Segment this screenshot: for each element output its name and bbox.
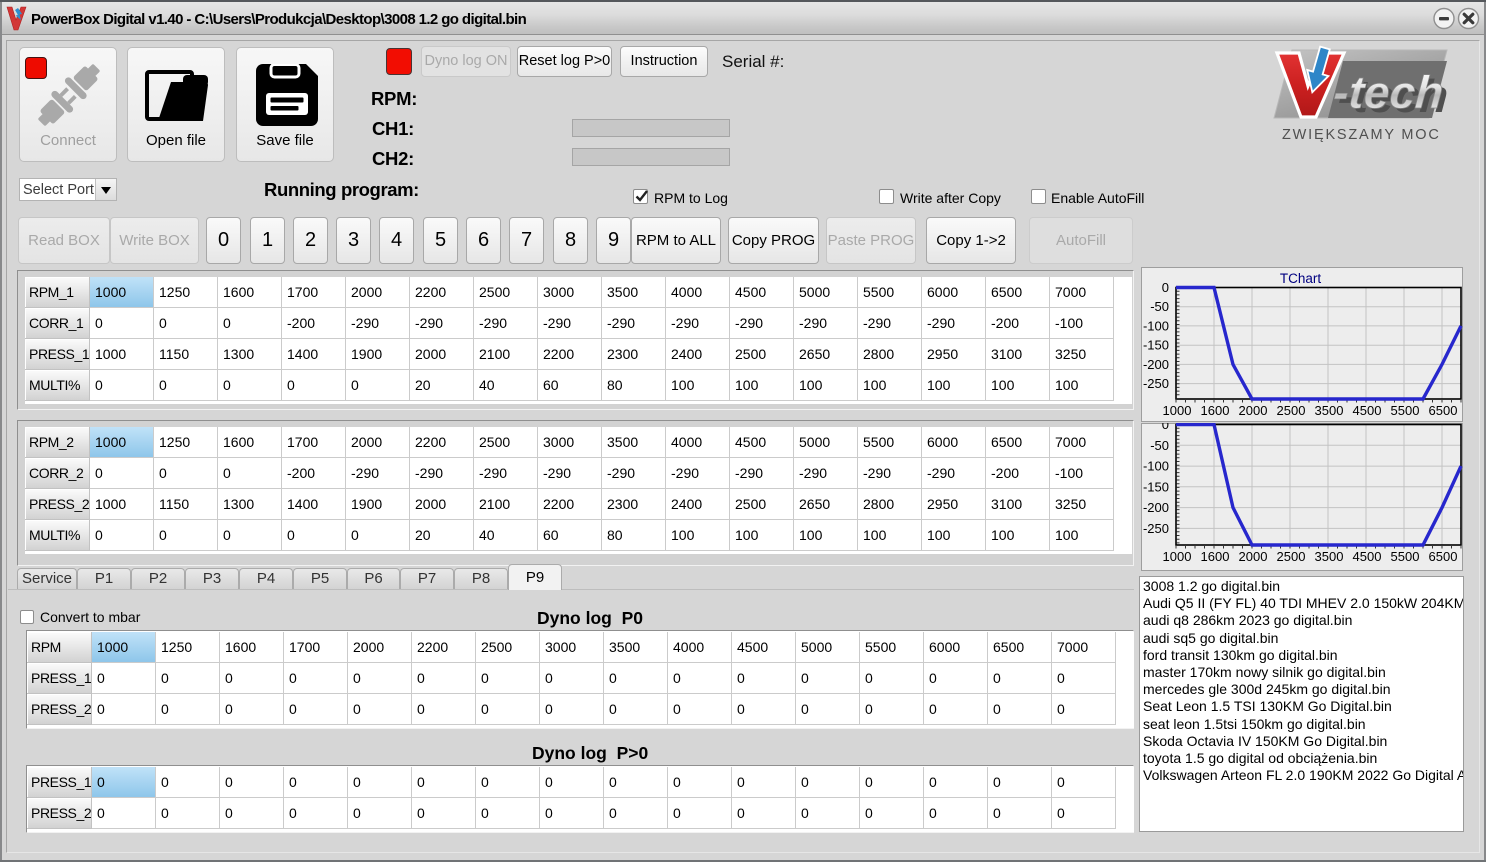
svg-text:ZWIĘKSZAMY MOC: ZWIĘKSZAMY MOC xyxy=(1282,127,1441,143)
svg-text:-tech: -tech xyxy=(1332,66,1446,118)
svg-text:2000: 2000 xyxy=(1239,403,1268,418)
svg-text:5500: 5500 xyxy=(1391,549,1420,564)
svg-text:-100: -100 xyxy=(1143,318,1169,333)
svg-text:-200: -200 xyxy=(1143,500,1169,515)
svg-text:-150: -150 xyxy=(1143,338,1169,353)
svg-text:2000: 2000 xyxy=(1239,549,1268,564)
svg-text:2500: 2500 xyxy=(1277,549,1306,564)
svg-text:4500: 4500 xyxy=(1353,549,1382,564)
svg-text:-100: -100 xyxy=(1143,459,1169,474)
svg-text:-250: -250 xyxy=(1143,376,1169,391)
svg-text:3500: 3500 xyxy=(1315,403,1344,418)
svg-text:0: 0 xyxy=(1162,423,1169,432)
svg-text:1600: 1600 xyxy=(1201,403,1230,418)
svg-text:-250: -250 xyxy=(1143,521,1169,536)
svg-text:6500: 6500 xyxy=(1429,549,1458,564)
svg-text:-50: -50 xyxy=(1150,438,1169,453)
svg-text:3500: 3500 xyxy=(1315,549,1344,564)
svg-text:1000: 1000 xyxy=(1163,549,1192,564)
svg-text:TChart: TChart xyxy=(1280,271,1322,286)
svg-text:-200: -200 xyxy=(1143,357,1169,372)
svg-text:0: 0 xyxy=(1162,280,1169,295)
svg-text:-150: -150 xyxy=(1143,479,1169,494)
svg-text:1600: 1600 xyxy=(1201,549,1230,564)
svg-text:2500: 2500 xyxy=(1277,403,1306,418)
svg-text:-50: -50 xyxy=(1150,299,1169,314)
svg-text:1000: 1000 xyxy=(1163,403,1192,418)
svg-text:5500: 5500 xyxy=(1391,403,1420,418)
svg-text:6500: 6500 xyxy=(1429,403,1458,418)
svg-text:4500: 4500 xyxy=(1353,403,1382,418)
